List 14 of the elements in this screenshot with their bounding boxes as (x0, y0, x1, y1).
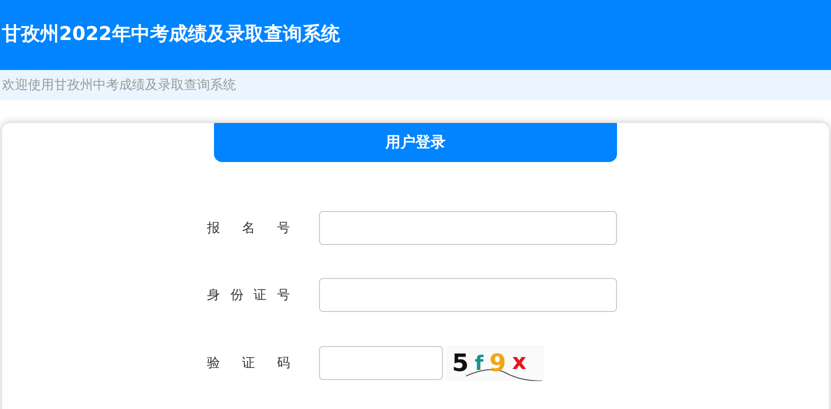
captcha-character: x (512, 352, 526, 374)
captcha-character: 5 (452, 351, 469, 375)
welcome-text: 欢迎使用甘孜州中考成绩及录取查询系统 (2, 77, 236, 94)
page-title: 甘孜州2022年中考成绩及录取查询系统 (2, 22, 340, 47)
field-label: 身份证号 (207, 287, 290, 304)
captcha-character: f (474, 353, 484, 373)
input-field[interactable] (319, 211, 617, 245)
field-label: 报名号 (207, 220, 290, 237)
captcha-character: 9 (489, 351, 506, 375)
field-label: 验证码 (207, 355, 290, 372)
captcha-field[interactable] (319, 346, 443, 380)
input-field[interactable] (319, 278, 617, 312)
captcha-image[interactable]: 5 f 9 x (446, 345, 544, 381)
login-heading: 用户登录 (214, 123, 617, 162)
